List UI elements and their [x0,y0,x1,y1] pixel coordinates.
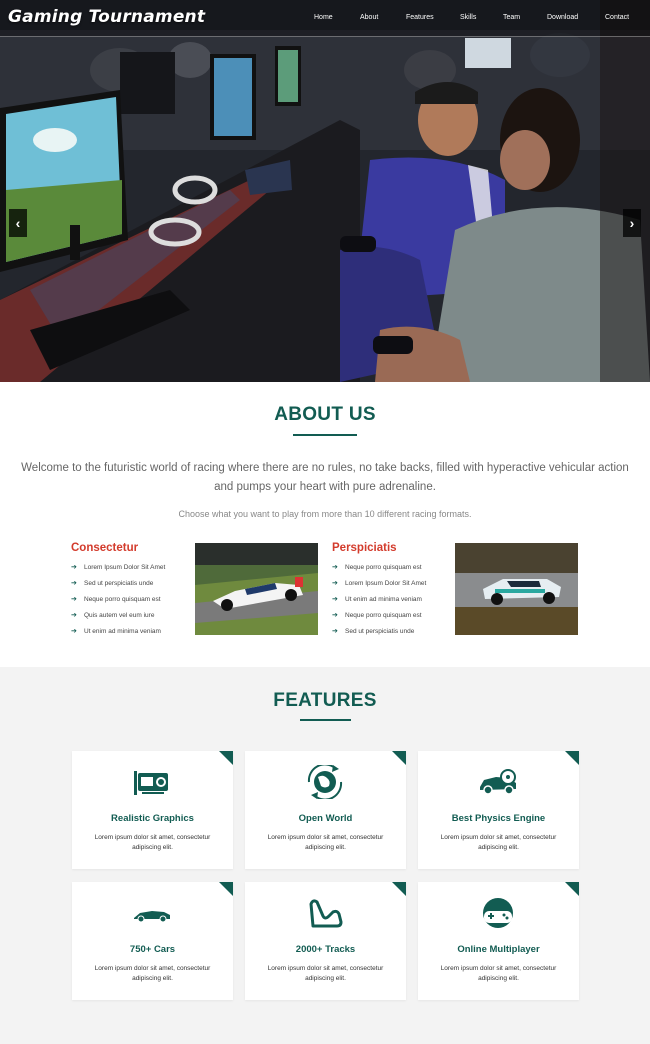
feature-description: Lorem ipsum dolor sit amet, consectetur … [267,834,384,851]
list-item: ➔ Quis autem vel eum iure [71,608,165,624]
feature-description: Lorem ipsum dolor sit amet, consectetur … [94,965,211,982]
slider-prev-button[interactable]: ‹ [9,209,27,237]
nav-skills[interactable]: Skills [460,14,476,21]
arrow-right-icon: ➔ [332,628,338,635]
race-track-icon [309,899,343,928]
race-car-photo-2 [455,543,578,635]
column-title-consectetur: Consectetur [71,542,139,554]
features-title-underline [300,719,351,721]
nav-contact[interactable]: Contact [605,14,629,21]
site-logo[interactable]: Gaming Tournament [8,7,205,27]
list-item: ➔ Sed ut perspiciatis unde [71,576,165,592]
arrow-right-icon: ➔ [71,580,77,587]
feature-card-realistic-graphics[interactable]: Realistic Graphics Lorem ipsum dolor sit… [72,751,233,869]
about-lead-text: Welcome to the futuristic world of racin… [21,462,629,493]
column-title-perspiciatis: Perspiciatis [332,542,397,554]
arrow-right-icon: ➔ [332,596,338,603]
chevron-left-icon: ‹ [15,215,21,231]
gamepad-icon [483,898,513,928]
race-car-photo-1 [195,543,318,635]
card-corner-accent [565,751,579,765]
list-item: ➔ Lorem Ipsum Dolor Sit Amet [332,576,426,592]
card-corner-accent [392,751,406,765]
feature-card-best-physics-engine[interactable]: Best Physics Engine Lorem ipsum dolor si… [418,751,579,869]
arrow-right-icon: ➔ [332,580,338,587]
feature-card-open-world[interactable]: Open World Lorem ipsum dolor sit amet, c… [245,751,406,869]
card-corner-accent [565,882,579,896]
nav-download[interactable]: Download [547,14,578,21]
column-list-perspiciatis: ➔ Neque porro quisquam est ➔ Lorem Ipsum D… [332,560,426,640]
list-item: ➔ Ut enim ad minima veniam [332,592,426,608]
arrow-right-icon: ➔ [71,564,77,571]
feature-description: Lorem ipsum dolor sit amet, consectetur … [440,965,557,982]
arrow-right-icon: ➔ [332,612,338,619]
hero-photo [0,0,650,382]
arrow-right-icon: ➔ [71,612,77,619]
nav-home[interactable]: Home [314,14,333,21]
feature-title: 2000+ Tracks [295,944,356,955]
features-section: FEATURES Realistic Graphics Lorem ipsum … [0,667,650,1044]
feature-title: Best Physics Engine [451,813,546,824]
feature-description: Lorem ipsum dolor sit amet, consectetur … [267,965,384,982]
arrow-right-icon: ➔ [71,596,77,603]
feature-title: Online Multiplayer [457,944,540,955]
card-corner-accent [219,882,233,896]
feature-card-online-multiplayer[interactable]: Online Multiplayer Lorem ipsum dolor sit… [418,882,579,1000]
features-title: FEATURES [273,690,377,711]
slider-next-button[interactable]: › [623,209,641,237]
nav-about[interactable]: About [360,14,378,21]
about-section: ABOUT US Welcome to the futuristic world… [0,382,650,667]
card-corner-accent [392,882,406,896]
feature-title: Realistic Graphics [111,813,194,824]
graphics-card-icon [134,771,168,795]
nav-features[interactable]: Features [406,14,434,21]
arrow-right-icon: ➔ [332,564,338,571]
list-item: ➔ Neque porro quisquam est [332,560,426,576]
about-title-underline [293,434,357,436]
list-item: ➔ Lorem Ipsum Dolor Sit Amet [71,560,165,576]
car-engine-icon [480,769,516,795]
globe-icon [307,765,343,799]
arrow-right-icon: ➔ [71,628,77,635]
list-item: ➔ Ut enim ad minima veniam [71,624,165,640]
hero-slider: Gaming Tournament Home About Features Sk… [0,0,650,382]
list-item: ➔ Neque porro quisquam est [332,608,426,624]
feature-title: 750+ Cars [129,944,176,955]
top-navbar: Gaming Tournament Home About Features Sk… [0,0,650,37]
feature-title: Open World [298,813,353,824]
feature-description: Lorem ipsum dolor sit amet, consectetur … [440,834,557,851]
about-title: ABOUT US [274,404,376,425]
feature-card-750-cars[interactable]: 750+ Cars Lorem ipsum dolor sit amet, co… [72,882,233,1000]
list-item: ➔ Sed ut perspiciatis unde [332,624,426,640]
feature-description: Lorem ipsum dolor sit amet, consectetur … [94,834,211,851]
column-list-consectetur: ➔ Lorem Ipsum Dolor Sit Amet ➔ Sed ut pers… [71,560,165,640]
card-corner-accent [219,751,233,765]
list-item: ➔ Neque porro quisquam est [71,592,165,608]
chevron-right-icon: › [629,215,635,231]
nav-team[interactable]: Team [503,14,520,21]
sports-car-icon [134,911,170,923]
feature-card-2000-tracks[interactable]: 2000+ Tracks Lorem ipsum dolor sit amet,… [245,882,406,1000]
about-subtext: Choose what you want to play from more t… [178,509,472,519]
